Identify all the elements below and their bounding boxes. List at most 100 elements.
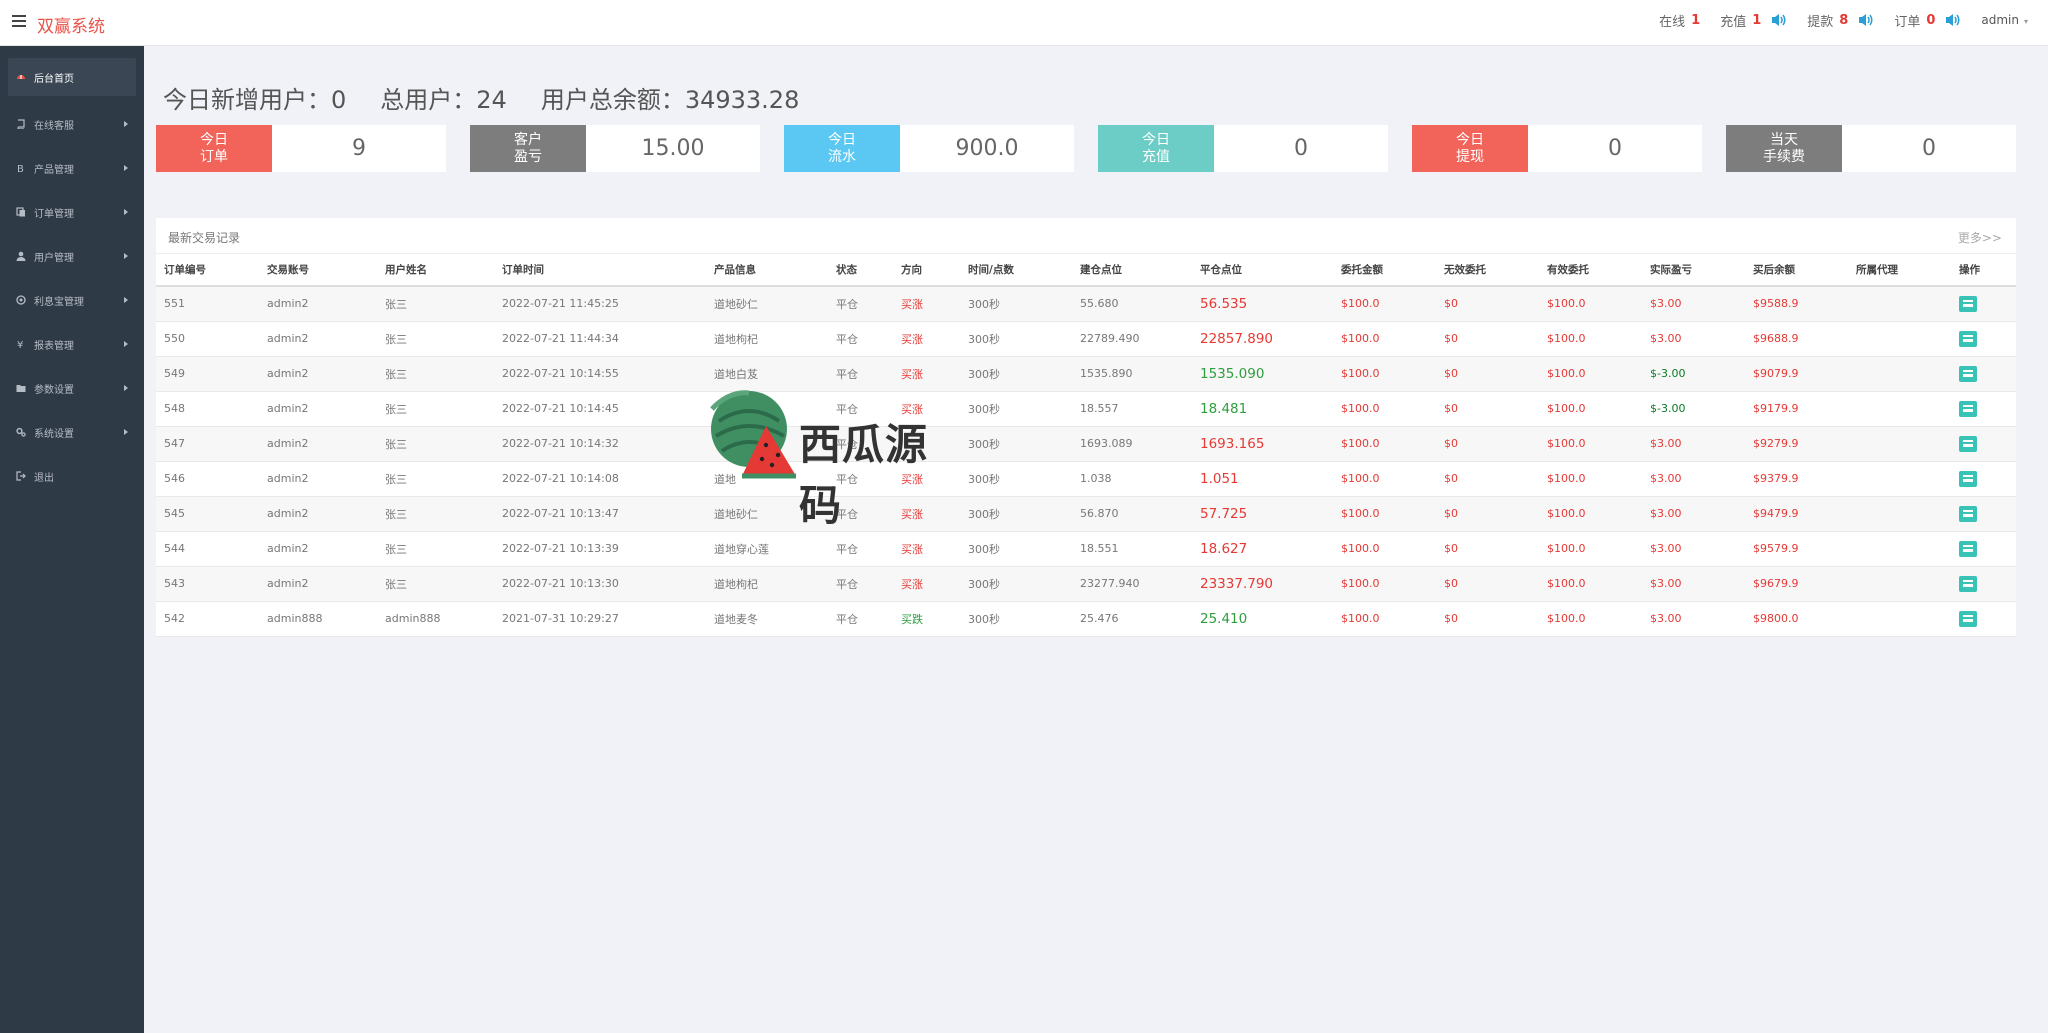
column-header[interactable]: 有效委托 xyxy=(1539,254,1642,287)
cell-account: admin2 xyxy=(259,461,377,497)
cell-direction: 买涨 xyxy=(893,321,960,357)
app-title[interactable]: 双赢系统 xyxy=(37,12,105,37)
sidebar-item-3[interactable]: 订单管理 xyxy=(0,190,144,234)
column-header[interactable]: 交易账号 xyxy=(259,254,377,287)
detail-button[interactable] xyxy=(1959,330,1977,347)
sidebar-item-9[interactable]: 退出 xyxy=(0,454,144,498)
cell-product: 道地砂仁 xyxy=(706,286,828,322)
table-row[interactable]: 546 admin2 张三 2022-07-21 10:14:08 道地 平仓 买涨 300秒… xyxy=(156,461,2016,497)
cell-pnl: $3.00 xyxy=(1642,531,1745,567)
sidebar-item-label: 产品管理 xyxy=(34,164,74,176)
cell-invalid: $0 xyxy=(1436,321,1539,357)
cell-duration: 300秒 xyxy=(960,461,1072,497)
cell-time: 2022-07-21 10:14:32 xyxy=(494,426,706,462)
cell-agent xyxy=(1848,426,1951,462)
top-stats: 在线 1 充值 1 提款 8 订单 0 admin ▾ xyxy=(1639,10,2028,30)
top-stat-0[interactable]: 在线 1 xyxy=(1659,11,1700,30)
sidebar-item-7[interactable]: 参数设置 xyxy=(0,366,144,410)
detail-button[interactable] xyxy=(1959,365,1977,382)
speaker-icon[interactable] xyxy=(1771,13,1787,27)
sidebar-item-5[interactable]: 利息宝管理 xyxy=(0,278,144,322)
sidebar-item-label: 利息宝管理 xyxy=(34,296,84,308)
sign-out-icon xyxy=(16,471,26,481)
cell-invalid: $0 xyxy=(1436,566,1539,602)
sidebar-item-0[interactable]: 后台首页 xyxy=(8,58,136,96)
column-header[interactable]: 产品信息 xyxy=(706,254,828,287)
cell-time: 2022-07-21 10:14:08 xyxy=(494,461,706,497)
cell-duration: 300秒 xyxy=(960,286,1072,322)
user-menu[interactable]: admin ▾ xyxy=(1981,13,2028,27)
sidebar-item-2[interactable]: B 产品管理 xyxy=(0,146,144,190)
column-header[interactable]: 订单时间 xyxy=(494,254,706,287)
column-header[interactable]: 实际盈亏 xyxy=(1642,254,1745,287)
coin-icon xyxy=(16,295,26,305)
cell-amount: $100.0 xyxy=(1333,496,1436,532)
cell-status: 平仓 xyxy=(828,601,893,637)
stat-card-label: 今日 提现 xyxy=(1412,125,1528,172)
column-header[interactable]: 买后余额 xyxy=(1745,254,1848,287)
more-link[interactable]: 更多>> xyxy=(1958,229,2002,246)
detail-button[interactable] xyxy=(1959,295,1977,312)
top-stat-2[interactable]: 提款 8 xyxy=(1807,11,1874,30)
cell-balance: $9588.9 xyxy=(1745,286,1848,322)
top-stat-3[interactable]: 订单 0 xyxy=(1894,11,1961,30)
cell-duration: 300秒 xyxy=(960,496,1072,532)
column-header[interactable]: 无效委托 xyxy=(1436,254,1539,287)
cell-amount: $100.0 xyxy=(1333,426,1436,462)
cell-invalid: $0 xyxy=(1436,461,1539,497)
column-header[interactable]: 状态 xyxy=(828,254,893,287)
column-header[interactable]: 方向 xyxy=(893,254,960,287)
column-header[interactable]: 操作 xyxy=(1951,254,2016,287)
detail-button[interactable] xyxy=(1959,400,1977,417)
column-header[interactable]: 委托金额 xyxy=(1333,254,1436,287)
cell-id: 544 xyxy=(156,531,259,567)
stat-card-value: 900.0 xyxy=(955,136,1019,161)
cell-balance: $9688.9 xyxy=(1745,321,1848,357)
column-header[interactable]: 订单编号 xyxy=(156,254,259,287)
sidebar-item-8[interactable]: 系统设置 xyxy=(0,410,144,454)
stat-card-label: 今日 订单 xyxy=(156,125,272,172)
cell-balance: $9379.9 xyxy=(1745,461,1848,497)
detail-button[interactable] xyxy=(1959,540,1977,557)
cell-id: 543 xyxy=(156,566,259,602)
cell-time: 2021-07-31 10:29:27 xyxy=(494,601,706,637)
table-row[interactable]: 550 admin2 张三 2022-07-21 11:44:34 道地枸杞 平仓 买涨 30… xyxy=(156,321,2016,357)
detail-button[interactable] xyxy=(1959,435,1977,452)
table-row[interactable]: 551 admin2 张三 2022-07-21 11:45:25 道地砂仁 平仓 买涨 30… xyxy=(156,286,2016,322)
top-stat-1[interactable]: 充值 1 xyxy=(1720,11,1787,30)
column-header[interactable]: 平仓点位 xyxy=(1192,254,1333,287)
detail-button[interactable] xyxy=(1959,610,1977,627)
detail-button[interactable] xyxy=(1959,575,1977,592)
detail-button[interactable] xyxy=(1959,470,1977,487)
list-icon xyxy=(1963,405,1973,412)
cell-agent xyxy=(1848,286,1951,322)
speaker-icon[interactable] xyxy=(1945,13,1961,27)
cell-agent xyxy=(1848,496,1951,532)
column-header[interactable]: 时间/点数 xyxy=(960,254,1072,287)
cell-time: 2022-07-21 10:13:47 xyxy=(494,496,706,532)
cell-close: 1535.090 xyxy=(1192,356,1333,392)
cell-name: 张三 xyxy=(377,286,494,322)
detail-button[interactable] xyxy=(1959,505,1977,522)
speaker-icon[interactable] xyxy=(1858,13,1874,27)
cell-name: 张三 xyxy=(377,391,494,427)
sidebar-item-4[interactable]: 用户管理 xyxy=(0,234,144,278)
cell-name: 张三 xyxy=(377,426,494,462)
sidebar-item-1[interactable]: 在线客服 xyxy=(0,102,144,146)
table-row[interactable]: 544 admin2 张三 2022-07-21 10:13:39 道地穿心莲 平仓 买涨 3… xyxy=(156,531,2016,567)
sidebar-item-6[interactable]: ¥ 报表管理 xyxy=(0,322,144,366)
table-row[interactable]: 547 admin2 张三 2022-07-21 10:14:32 平仓 300秒 1693… xyxy=(156,426,2016,462)
table-row[interactable]: 549 admin2 张三 2022-07-21 10:14:55 道地白芨 平仓 买涨 30… xyxy=(156,356,2016,392)
cell-balance: $9279.9 xyxy=(1745,426,1848,462)
stat-card-value: 0 xyxy=(1922,136,1936,161)
table-row[interactable]: 548 admin2 张三 2022-07-21 10:14:45 平仓 买涨 300秒 18… xyxy=(156,391,2016,427)
column-header[interactable]: 建仓点位 xyxy=(1072,254,1192,287)
column-header[interactable]: 用户姓名 xyxy=(377,254,494,287)
cell-account: admin2 xyxy=(259,531,377,567)
column-header[interactable]: 所属代理 xyxy=(1848,254,1951,287)
table-row[interactable]: 545 admin2 张三 2022-07-21 10:13:47 道地砂仁 平仓 买涨 30… xyxy=(156,496,2016,532)
stat-card-label: 今日 充值 xyxy=(1098,125,1214,172)
table-row[interactable]: 542 admin888 admin888 2021-07-31 10:29:27 道地… xyxy=(156,601,2016,637)
menu-toggle-icon[interactable] xyxy=(12,15,26,27)
table-row[interactable]: 543 admin2 张三 2022-07-21 10:13:30 道地枸杞 平仓 买涨 30… xyxy=(156,566,2016,602)
